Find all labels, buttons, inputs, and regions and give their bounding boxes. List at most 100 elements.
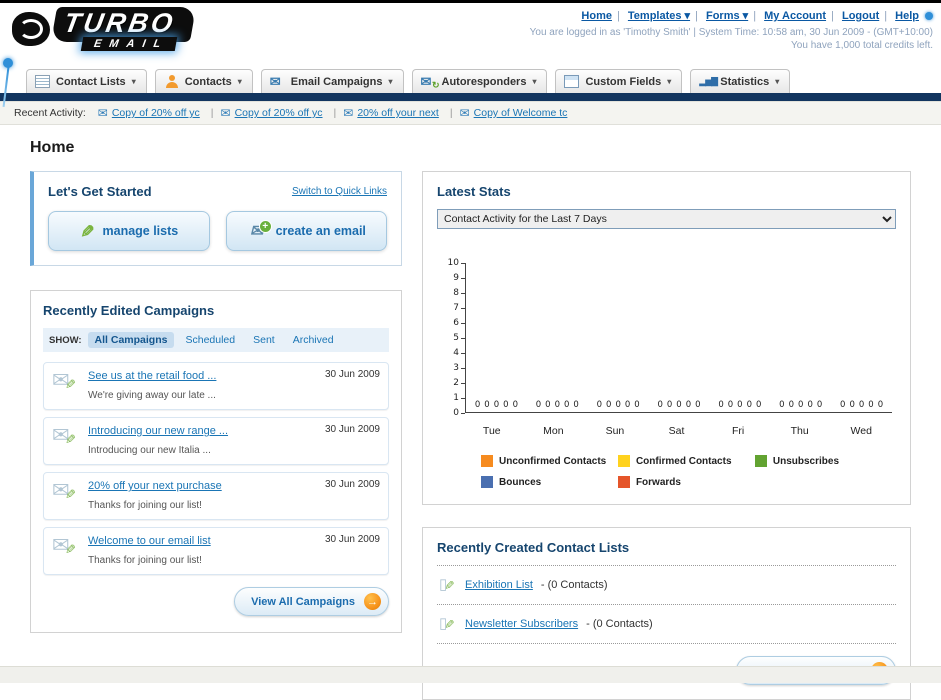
chart-legend: Unconfirmed Contacts Confirmed Contacts …	[437, 455, 896, 488]
main-nav-tab-contact-lists[interactable]: Contact Lists	[26, 69, 147, 93]
contacts-icon	[164, 75, 179, 88]
view-all-campaigns-button[interactable]: View All Campaigns	[234, 587, 389, 616]
header-edge-dot	[925, 11, 933, 20]
contact-lists-title: Recently Created Contact Lists	[437, 540, 630, 555]
top-nav-link[interactable]: Templates ▾	[628, 10, 690, 22]
show-label: SHOW:	[49, 334, 82, 346]
campaign-row: Introducing our new range ... Introducin…	[43, 417, 389, 465]
chevron-down-icon	[388, 77, 392, 86]
top-nav-link[interactable]: My Account	[764, 10, 826, 22]
campaign-filter-tab[interactable]: Archived	[286, 332, 341, 348]
legend-swatch-icon	[754, 455, 767, 467]
campaign-subtitle: We're giving away our late ...	[88, 390, 216, 401]
campaign-filter-tab[interactable]: All Campaigns	[87, 332, 175, 348]
campaign-filter-tab[interactable]: Scheduled	[178, 332, 242, 348]
campaign-title-link[interactable]: See us at the retail food ...	[88, 370, 317, 382]
legend-swatch-icon	[617, 476, 630, 488]
chevron-down-icon	[532, 77, 536, 86]
arrow-right-icon	[364, 593, 381, 610]
legend-label: Forwards	[635, 476, 681, 488]
autoresponders-icon	[421, 75, 440, 91]
statistics-icon	[699, 75, 714, 88]
chart-plot-area: 00000000000000000000000000000000000	[465, 263, 892, 413]
campaign-envelope-pencil-icon	[52, 479, 80, 505]
main-nav-tab-statistics[interactable]: Statistics	[690, 69, 791, 93]
recent-activity-link[interactable]: Copy of Welcome tc	[474, 107, 568, 119]
contact-lists-icon	[35, 75, 50, 88]
turbo-logo: TURBO EMAIL	[12, 7, 197, 63]
tab-label: Statistics	[720, 75, 770, 88]
legend-item: Forwards	[617, 476, 755, 488]
stats-title: Latest Stats	[437, 184, 511, 199]
main-nav-tab-email-campaigns[interactable]: Email Campaigns	[260, 69, 404, 93]
campaign-date: 30 Jun 2009	[324, 369, 380, 380]
chevron-down-icon	[775, 77, 779, 86]
switch-quick-links-link[interactable]: Switch to Quick Links	[292, 186, 387, 197]
legend-item: Confirmed Contacts	[617, 455, 755, 467]
email-campaigns-icon	[270, 75, 285, 88]
pencil-icon	[79, 221, 93, 241]
top-nav-link[interactable]: Help	[895, 10, 919, 22]
campaign-title-link[interactable]: 20% off your next purchase	[88, 480, 317, 492]
chevron-down-icon	[238, 77, 242, 86]
legend-item: Unsubscribes	[754, 455, 892, 467]
recent-activity-item: Copy of Welcome tc	[460, 106, 572, 120]
header: TURBO EMAIL Home Templates ▾ Forms ▾ My …	[0, 3, 941, 65]
legend-item: Unconfirmed Contacts	[481, 455, 618, 467]
custom-fields-icon	[564, 75, 580, 88]
email-icon	[98, 106, 108, 120]
campaign-title-link[interactable]: Introducing our new range ...	[88, 425, 317, 437]
tab-label: Autoresponders	[441, 75, 527, 88]
legend-label: Confirmed Contacts	[635, 455, 732, 467]
campaign-subtitle: Thanks for joining our list!	[88, 555, 202, 566]
email-icon	[221, 106, 231, 120]
legend-swatch-icon	[481, 476, 493, 488]
recent-activity-link[interactable]: Copy of 20% off yc	[112, 107, 200, 119]
top-nav-link[interactable]: Forms ▾	[706, 10, 748, 22]
campaign-row: 20% off your next purchase Thanks for jo…	[43, 472, 389, 520]
campaign-date: 30 Jun 2009	[324, 424, 380, 435]
recent-activity-label: Recent Activity:	[14, 107, 86, 119]
chart-x-labels: Tue Mon Sun Sat Fri Thu Wed	[482, 425, 872, 437]
recent-activity-item: Copy of 20% off yc	[221, 106, 344, 120]
legend-label: Unconfirmed Contacts	[499, 455, 607, 467]
campaign-envelope-pencil-icon	[52, 369, 80, 395]
recent-activity-bar: Recent Activity: Copy of 20% off yc Copy…	[0, 101, 941, 125]
logo-swirl-icon	[12, 12, 50, 46]
recent-activity-item: 20% off your next	[343, 106, 459, 120]
legend-item: Bounces	[481, 476, 618, 488]
credits-info: You have 1,000 total credits left.	[791, 40, 933, 51]
create-email-button[interactable]: create an email	[225, 211, 387, 251]
top-nav-link[interactable]: Logout	[842, 10, 879, 22]
contact-list: Exhibition List - (0 Contacts) Newslette…	[437, 565, 896, 644]
chart-y-axis: 10 9 8 7 6 5 4 3 2 1 0	[441, 258, 465, 418]
page-title: Home	[30, 139, 75, 156]
legend-swatch-icon	[617, 455, 630, 467]
campaign-filter-bar: SHOW: All Campaigns Scheduled Sent Archi…	[43, 328, 389, 352]
campaign-title-link[interactable]: Welcome to our email list	[88, 535, 317, 547]
campaign-date: 30 Jun 2009	[324, 534, 380, 545]
top-nav-link[interactable]: Home	[581, 10, 612, 22]
main-nav-tab-contacts[interactable]: Contacts	[154, 69, 253, 93]
get-started-panel: Let's Get Started Switch to Quick Links …	[30, 171, 402, 266]
tab-label: Contacts	[184, 75, 232, 88]
chevron-down-icon	[132, 77, 136, 86]
main-nav-tab-custom-fields[interactable]: Custom Fields	[555, 69, 683, 93]
list-pencil-icon	[439, 615, 457, 633]
legend-swatch-icon	[481, 455, 493, 467]
campaign-filter-tab[interactable]: Sent	[246, 332, 282, 348]
stats-filter-select[interactable]: Contact Activity for the Last 7 Days	[437, 209, 896, 229]
email-icon	[460, 106, 470, 120]
contact-list-link[interactable]: Exhibition List	[465, 579, 533, 591]
contact-list-count: - (0 Contacts)	[586, 618, 653, 630]
main-nav-tab-autoresponders[interactable]: Autoresponders	[411, 69, 548, 93]
legend-label: Bounces	[499, 476, 542, 488]
envelope-plus-icon	[247, 219, 272, 239]
recent-activity-link[interactable]: Copy of 20% off yc	[235, 107, 323, 119]
recent-activity-link[interactable]: 20% off your next	[357, 107, 439, 119]
campaign-date: 30 Jun 2009	[324, 479, 380, 490]
manage-lists-button[interactable]: manage lists	[48, 211, 210, 251]
get-started-title: Let's Get Started	[48, 184, 152, 199]
campaign-list: See us at the retail food ... We're givi…	[43, 362, 389, 575]
contact-list-link[interactable]: Newsletter Subscribers	[465, 618, 578, 630]
